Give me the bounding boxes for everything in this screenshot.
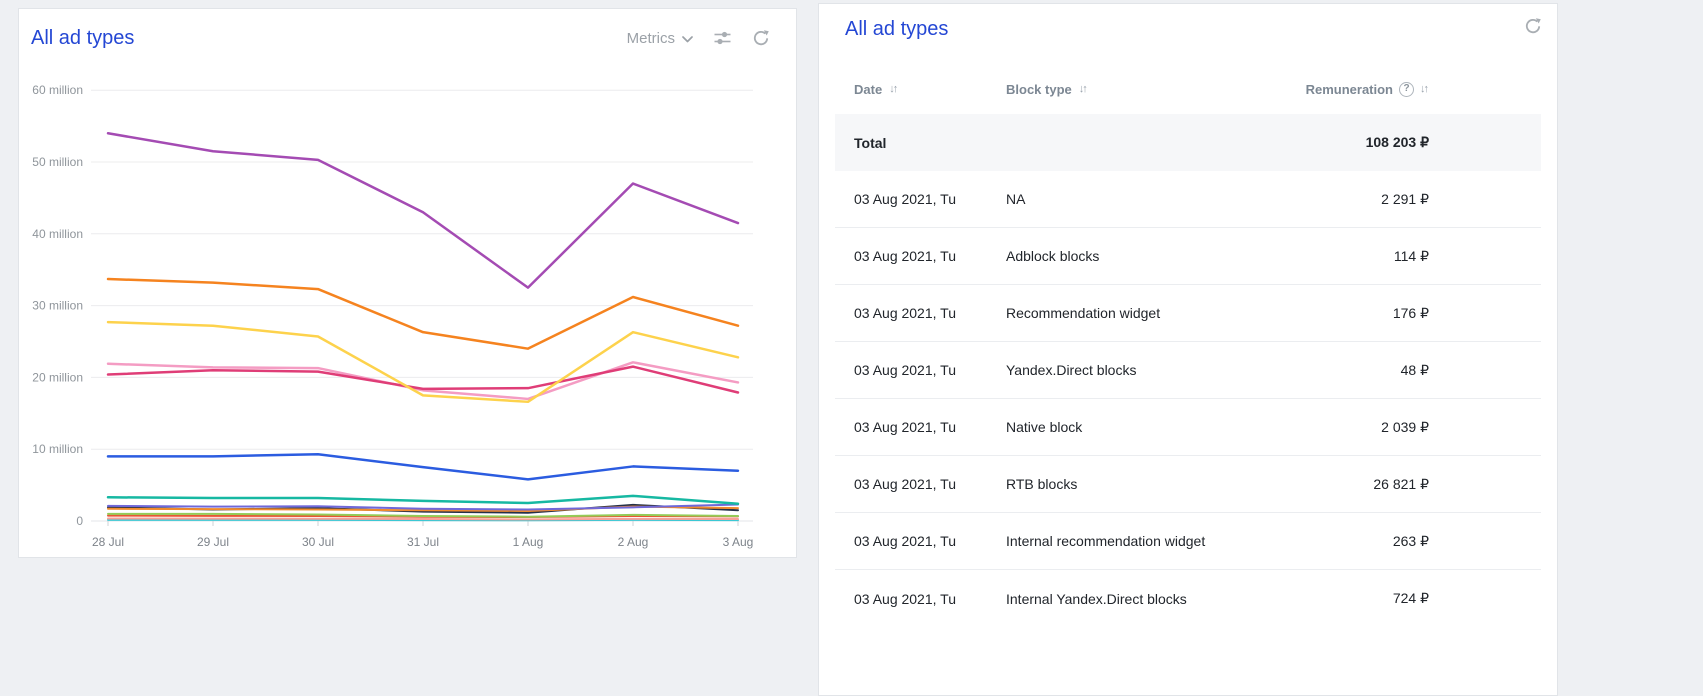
remuneration-table: Date ↓↑ Block type ↓↑ Remuneration ? ↓↑ … (835, 64, 1541, 627)
cell-remuneration: 2 291 ₽ (1259, 191, 1429, 208)
cell-block-type: Adblock blocks (1006, 248, 1259, 264)
metrics-dropdown-label: Metrics (627, 30, 675, 47)
table-row[interactable]: 03 Aug 2021, Tu NA 2 291 ₽ (835, 171, 1541, 228)
chart-line-light-pink (108, 362, 738, 399)
sort-icon[interactable]: ↓↑ (1420, 83, 1429, 95)
cell-remuneration: 48 ₽ (1259, 362, 1429, 379)
total-remuneration: 108 203 ₽ (1259, 134, 1429, 151)
cell-block-type: Internal Yandex.Direct blocks (1006, 591, 1259, 607)
cell-remuneration: 176 ₽ (1259, 305, 1429, 322)
table-row[interactable]: 03 Aug 2021, Tu Yandex.Direct blocks 48 … (835, 342, 1541, 399)
column-header-block-type[interactable]: Block type ↓↑ (1006, 82, 1259, 97)
y-axis-label: 10 million (32, 442, 83, 456)
table-total-row[interactable]: Total 108 203 ₽ (835, 114, 1541, 171)
cell-date: 03 Aug 2021, Tu (835, 305, 1006, 321)
cell-date: 03 Aug 2021, Tu (835, 591, 1006, 607)
x-axis-label: 29 Jul (197, 535, 229, 549)
metrics-dropdown[interactable]: Metrics (627, 30, 693, 47)
chart-panel-title: All ad types (31, 27, 134, 50)
cell-date: 03 Aug 2021, Tu (835, 533, 1006, 549)
column-header-block-type-label: Block type (1006, 82, 1072, 97)
chart-line-blue (108, 454, 738, 479)
x-axis-label: 31 Jul (407, 535, 439, 549)
x-axis-label: 30 Jul (302, 535, 334, 549)
chevron-down-icon (682, 30, 693, 47)
table-row[interactable]: 03 Aug 2021, Tu Adblock blocks 114 ₽ (835, 228, 1541, 285)
chart-line-salmon (108, 518, 738, 519)
cell-date: 03 Aug 2021, Tu (835, 248, 1006, 264)
cell-date: 03 Aug 2021, Tu (835, 191, 1006, 207)
y-axis-label: 20 million (32, 370, 83, 384)
y-axis-label: 60 million (32, 83, 83, 97)
table-row[interactable]: 03 Aug 2021, Tu Internal recommendation … (835, 513, 1541, 570)
help-icon[interactable]: ? (1399, 82, 1414, 97)
sort-icon[interactable]: ↓↑ (889, 83, 898, 95)
column-header-date-label: Date (854, 82, 882, 97)
cell-date: 03 Aug 2021, Tu (835, 476, 1006, 492)
chart-panel-header: All ad types Metrics (19, 9, 796, 67)
table-row[interactable]: 03 Aug 2021, Tu Recommendation widget 17… (835, 285, 1541, 342)
chart-line-purple (108, 133, 738, 287)
table-panel: All ad types Date ↓↑ Block type ↓↑ Remun… (818, 3, 1558, 696)
chart-controls: Metrics (627, 29, 770, 47)
column-header-remuneration-label: Remuneration (1306, 82, 1393, 97)
cell-block-type: Internal recommendation widget (1006, 533, 1259, 549)
table-panel-title: All ad types (845, 18, 1541, 41)
cell-remuneration: 724 ₽ (1259, 590, 1429, 607)
cell-remuneration: 114 ₽ (1259, 248, 1429, 265)
chart-panel: All ad types Metrics (18, 8, 797, 558)
table-header-row: Date ↓↑ Block type ↓↑ Remuneration ? ↓↑ (835, 64, 1541, 114)
cell-block-type: Native block (1006, 419, 1259, 435)
cell-block-type: Yandex.Direct blocks (1006, 362, 1259, 378)
column-header-remuneration[interactable]: Remuneration ? ↓↑ (1259, 82, 1429, 97)
table-row[interactable]: 03 Aug 2021, Tu Internal Yandex.Direct b… (835, 570, 1541, 627)
cell-block-type: NA (1006, 191, 1259, 207)
total-label: Total (835, 135, 1006, 151)
cell-remuneration: 263 ₽ (1259, 533, 1429, 550)
x-axis-label: 2 Aug (618, 535, 649, 549)
cell-date: 03 Aug 2021, Tu (835, 362, 1006, 378)
y-axis-label: 30 million (32, 299, 83, 313)
sort-icon[interactable]: ↓↑ (1079, 83, 1088, 95)
chart-line-orange (108, 279, 738, 349)
table-panel-header: All ad types (819, 4, 1557, 62)
cell-remuneration: 2 039 ₽ (1259, 419, 1429, 436)
x-axis-label: 28 Jul (92, 535, 124, 549)
cell-block-type: RTB blocks (1006, 476, 1259, 492)
x-axis-label: 3 Aug (723, 535, 754, 549)
y-axis-label: 50 million (32, 155, 83, 169)
table-row[interactable]: 03 Aug 2021, Tu Native block 2 039 ₽ (835, 399, 1541, 456)
refresh-icon[interactable] (1524, 17, 1542, 35)
chart-line-crimson (108, 367, 738, 393)
x-axis-label: 1 Aug (513, 535, 544, 549)
column-header-date[interactable]: Date ↓↑ (835, 82, 1006, 97)
y-axis-label: 0 (76, 514, 83, 528)
table-row[interactable]: 03 Aug 2021, Tu RTB blocks 26 821 ₽ (835, 456, 1541, 513)
chart-svg: 60 million 50 million 40 million 30 million… (19, 9, 798, 557)
sliders-icon[interactable] (713, 29, 732, 47)
cell-block-type: Recommendation widget (1006, 305, 1259, 321)
cell-date: 03 Aug 2021, Tu (835, 419, 1006, 435)
cell-remuneration: 26 821 ₽ (1259, 476, 1429, 493)
refresh-icon[interactable] (752, 29, 770, 47)
y-axis-label: 40 million (32, 227, 83, 241)
chart-line-teal (108, 496, 738, 504)
table-rows: 03 Aug 2021, Tu NA 2 291 ₽ 03 Aug 2021, … (835, 171, 1541, 627)
